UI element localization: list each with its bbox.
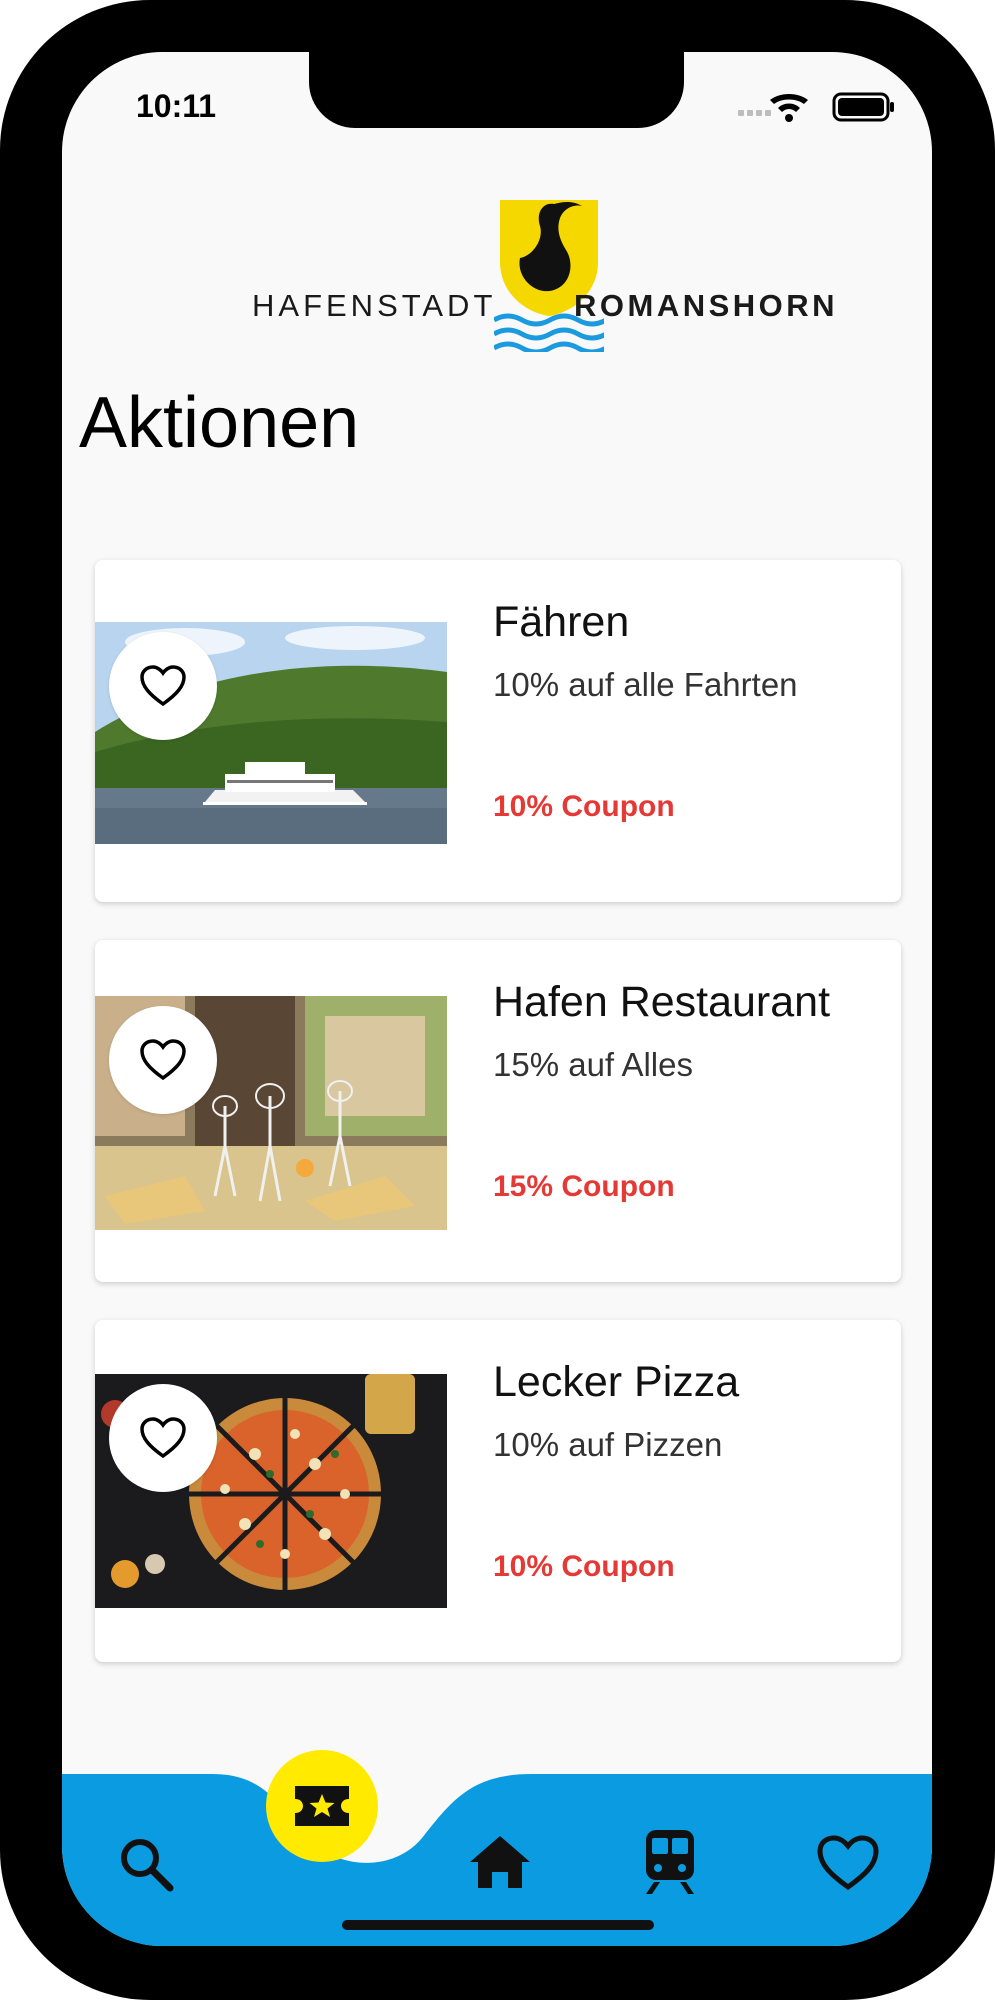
tab-coupons-button[interactable] [266,1750,378,1862]
notch [309,52,684,128]
offer-subtitle: 15% auf Alles [493,1046,693,1083]
heart-outline-icon [140,665,186,707]
offer-card[interactable]: Fähren 10% auf alle Fahrten 10% Coupon [95,560,901,902]
heart-outline-icon [140,1039,186,1081]
favorites-heart-icon[interactable] [816,1834,880,1892]
offer-coupon: 15% Coupon [493,1170,675,1203]
offer-title: Hafen Restaurant [493,978,831,1026]
favorite-button[interactable] [109,632,217,740]
favorite-button[interactable] [109,1006,217,1114]
home-icon[interactable] [468,1832,532,1892]
status-icons [738,90,898,126]
logo-text-hafenstadt: HAFENSTADT [252,288,497,323]
offer-card[interactable]: Hafen Restaurant 15% auf Alles 15% Coupo… [95,940,901,1282]
offer-subtitle: 10% auf Pizzen [493,1426,723,1463]
offer-title: Fähren [493,598,630,646]
app-screen: 10:11 HAFENSTADT ROMANSHORN Aktionen Fäh… [62,52,932,1946]
offer-coupon: 10% Coupon [493,790,675,823]
cellular-signal-icon [738,110,771,116]
search-icon[interactable] [116,1834,176,1894]
offer-card[interactable]: Lecker Pizza 10% auf Pizzen 10% Coupon [95,1320,901,1662]
heart-outline-icon [140,1417,186,1459]
ticket-star-icon [295,1786,349,1826]
wifi-icon [770,94,808,122]
coat-of-arms-icon [494,200,604,352]
home-indicator[interactable] [342,1920,654,1930]
offer-coupon: 10% Coupon [493,1550,675,1583]
romanshorn-logo: HAFENSTADT ROMANSHORN [182,192,835,352]
favorite-button[interactable] [109,1384,217,1492]
offer-title: Lecker Pizza [493,1358,740,1406]
page-title: Aktionen [79,383,360,463]
status-time: 10:11 [136,88,217,124]
phone-frame: 10:11 HAFENSTADT ROMANSHORN Aktionen Fäh… [0,0,995,2000]
offer-subtitle: 10% auf alle Fahrten [493,666,798,703]
battery-icon [832,92,894,122]
logo-text-romanshorn: ROMANSHORN [574,288,839,323]
train-icon[interactable] [642,1828,698,1896]
